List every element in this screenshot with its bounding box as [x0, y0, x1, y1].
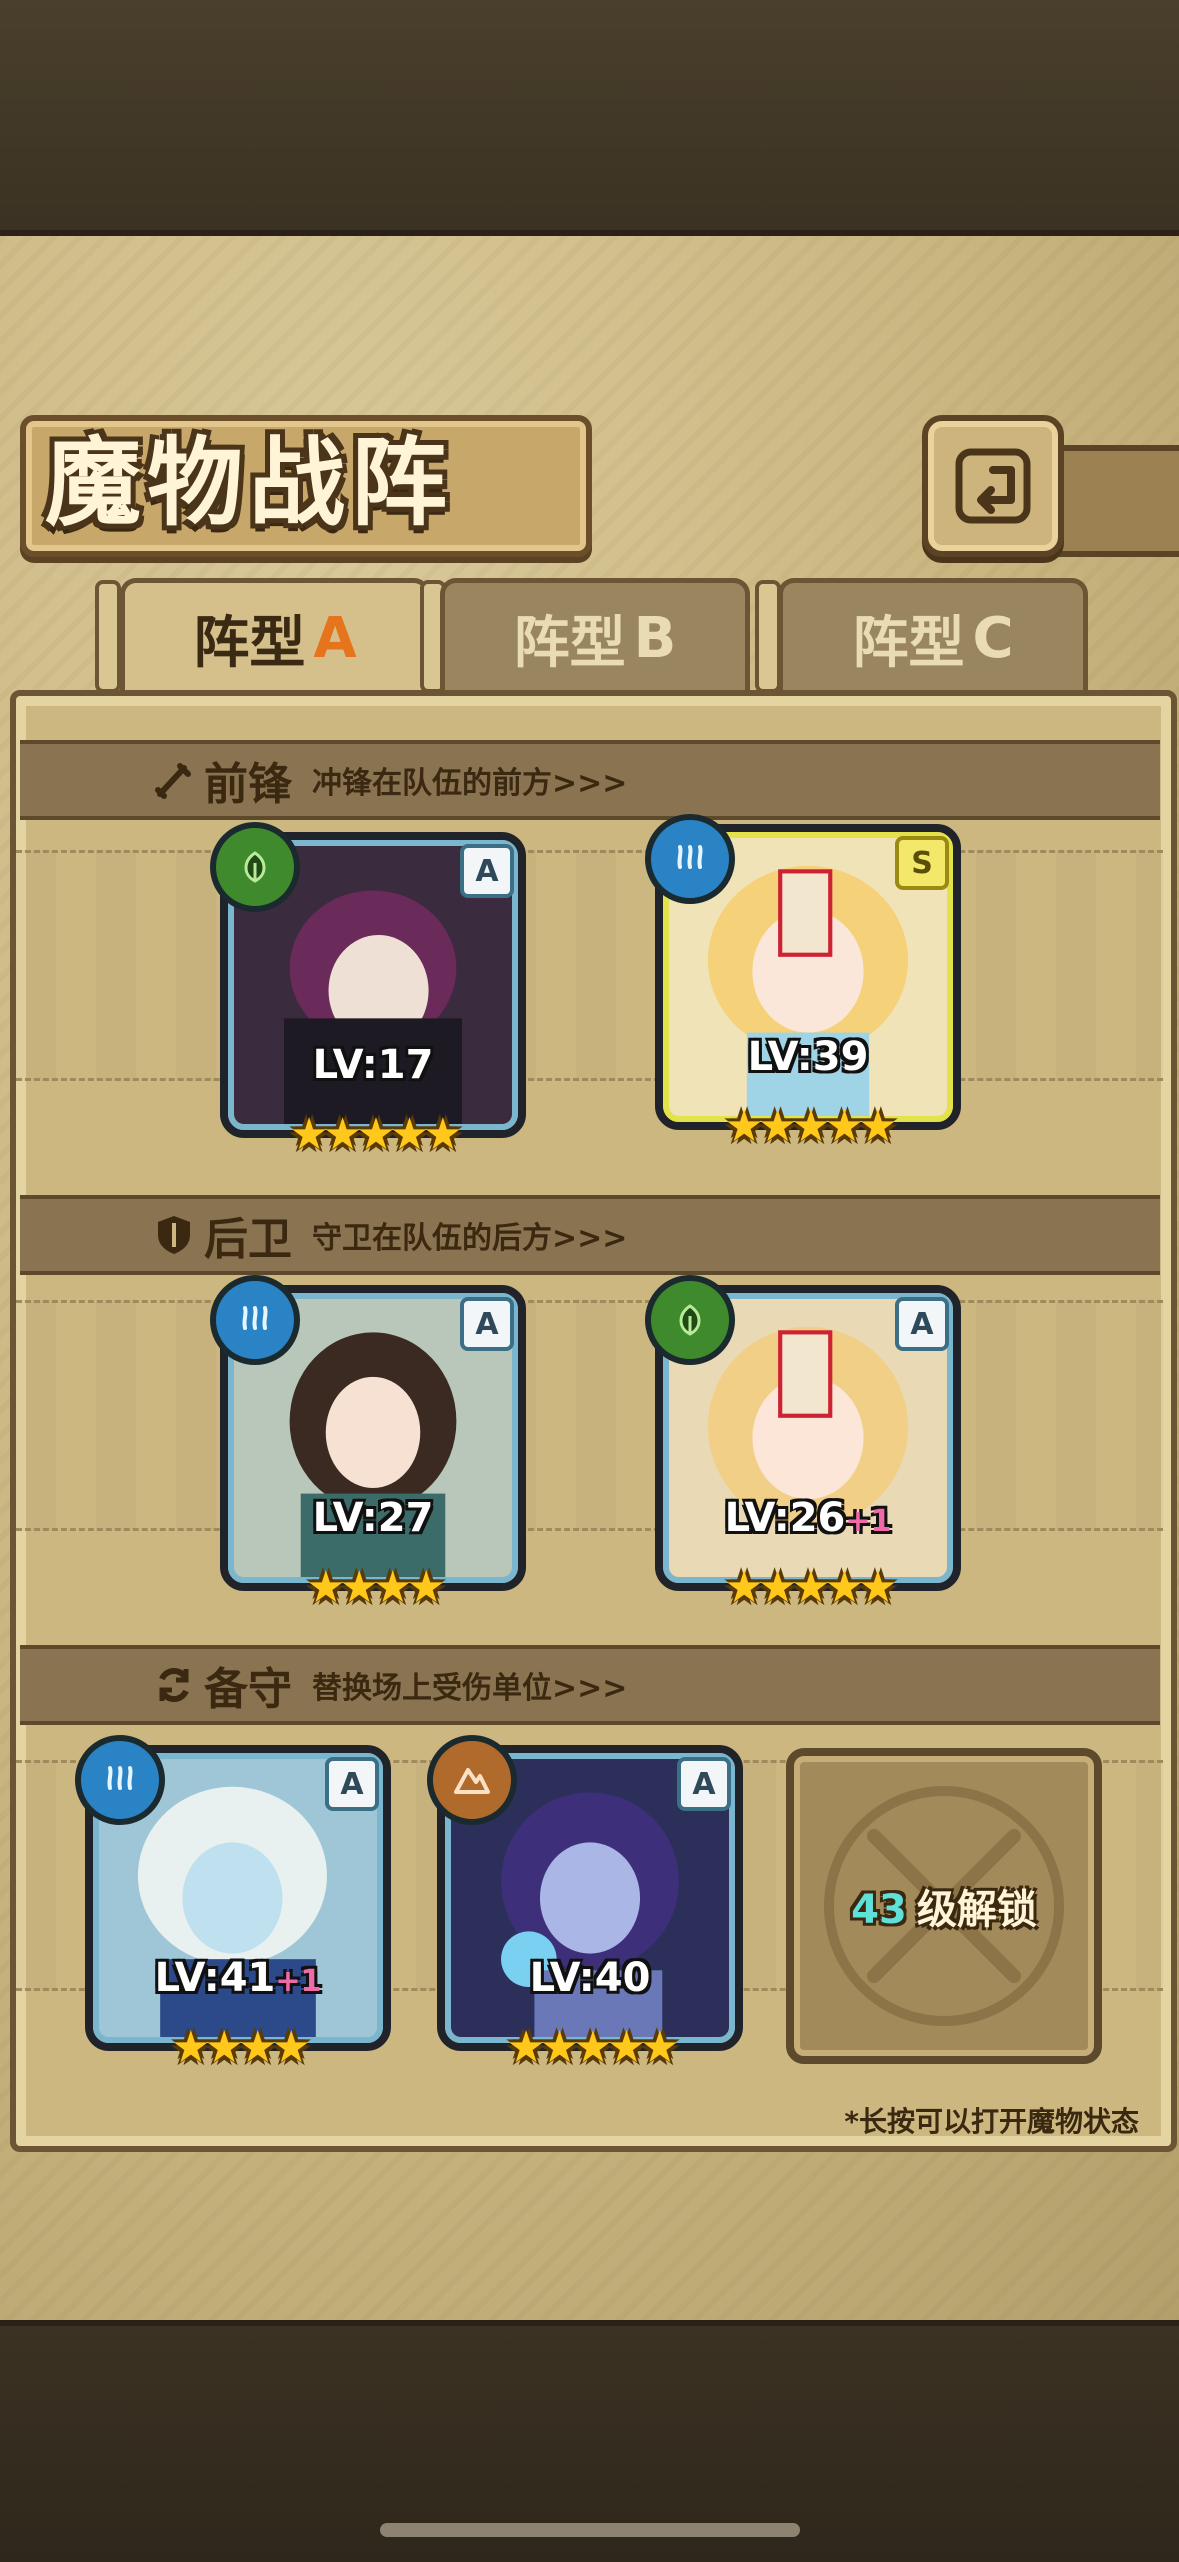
water-icon — [75, 1735, 165, 1825]
front-row-band — [16, 850, 1163, 1081]
section-front: 前锋 冲锋在队伍的前方>>> — [20, 740, 1160, 820]
section-back: 后卫 守卫在队伍的后方>>> — [20, 1195, 1160, 1275]
level-label: LV:26+1 — [663, 1495, 953, 1541]
back-row-band — [16, 1300, 1163, 1531]
tab-formation-b[interactable]: 阵型 B — [440, 578, 750, 693]
level-label: LV:39 — [663, 1034, 953, 1080]
section-desc: 冲锋在队伍的前方>>> — [312, 766, 628, 801]
nature-icon — [645, 1275, 735, 1365]
level-label: LV:41+1 — [93, 1955, 383, 2001]
section-desc: 替换场上受伤单位>>> — [312, 1671, 628, 1706]
locked-slot[interactable]: 43 级解锁 — [786, 1748, 1102, 2064]
section-title: 后卫 — [204, 1214, 292, 1265]
level-value: LV:39 — [747, 1034, 869, 1080]
home-indicator[interactable] — [380, 2523, 800, 2537]
level-value: LV:41 — [154, 1955, 276, 2001]
grade-badge: A — [895, 1297, 949, 1351]
page-title: 魔物战阵 — [45, 427, 453, 539]
star-rating: ★★★★ — [306, 1562, 446, 1613]
star-rating: ★★★★★ — [724, 1562, 897, 1613]
section-title: 备守 — [204, 1664, 292, 1715]
tab-label: 阵型 — [193, 610, 306, 676]
monster-card-back-2[interactable]: A LV:26+1 ★★★★★ — [645, 1275, 961, 1613]
level-bonus: +1 — [845, 1504, 892, 1539]
tab-formation-c[interactable]: 阵型 C — [778, 578, 1088, 693]
tab-formation-a[interactable]: 阵型 A — [120, 578, 430, 693]
grade-badge: S — [895, 836, 949, 890]
sword-icon — [150, 756, 198, 804]
level-label: LV:17 — [228, 1042, 518, 1088]
monster-card-back-1[interactable]: A LV:27 ★★★★ — [210, 1275, 526, 1613]
section-reserve: 备守 替换场上受伤单位>>> — [20, 1645, 1160, 1725]
monster-card-reserve-1[interactable]: A LV:41+1 ★★★★ — [75, 1735, 391, 2073]
grade-badge: A — [677, 1757, 731, 1811]
tab-label: 阵型 — [513, 610, 626, 676]
grade-badge: A — [460, 844, 514, 898]
monster-card-front-1[interactable]: A LV:17 ★★★★★ — [210, 822, 526, 1160]
water-icon — [645, 814, 735, 904]
level-value: LV:27 — [312, 1495, 434, 1541]
shield-icon — [150, 1211, 198, 1259]
top-map-band — [0, 0, 1179, 236]
star-rating: ★★★★★ — [724, 1101, 897, 1152]
star-rating: ★★★★ — [171, 2022, 311, 2073]
monster-card-reserve-2[interactable]: A LV:40 ★★★★★ — [427, 1735, 743, 2073]
unlock-text: 级解锁 — [916, 1887, 1037, 1933]
level-value: LV:40 — [529, 1955, 651, 2001]
monster-card-front-2[interactable]: S LV:39 ★★★★★ — [645, 814, 961, 1152]
unlock-requirement: 43 级解锁 — [851, 1877, 1037, 1935]
section-desc: 守卫在队伍的后方>>> — [312, 1221, 628, 1256]
nature-icon — [210, 822, 300, 912]
water-icon — [210, 1275, 300, 1365]
level-value: LV:17 — [312, 1042, 434, 1088]
earth-icon — [427, 1735, 517, 1825]
level-label: LV:40 — [445, 1955, 735, 2001]
grade-badge: A — [325, 1757, 379, 1811]
grade-badge: A — [460, 1297, 514, 1351]
back-arrow-icon — [955, 448, 1031, 524]
swap-icon — [150, 1661, 198, 1709]
tab-label: 阵型 — [852, 610, 965, 676]
level-bonus: +1 — [275, 1964, 322, 1999]
back-button[interactable] — [922, 415, 1064, 557]
tab-letter: C — [972, 605, 1014, 671]
section-title: 前锋 — [204, 759, 292, 810]
back-rail — [1050, 445, 1179, 557]
long-press-hint: *长按可以打开魔物状态 — [844, 2105, 1139, 2138]
star-rating: ★★★★★ — [289, 1109, 462, 1160]
level-label: LV:27 — [228, 1495, 518, 1541]
star-rating: ★★★★★ — [506, 2022, 679, 2073]
tab-letter: B — [633, 605, 677, 671]
tab-post — [95, 580, 121, 693]
level-value: LV:26 — [724, 1495, 846, 1541]
unlock-level: 43 — [851, 1887, 907, 1933]
tab-letter: A — [313, 605, 357, 671]
